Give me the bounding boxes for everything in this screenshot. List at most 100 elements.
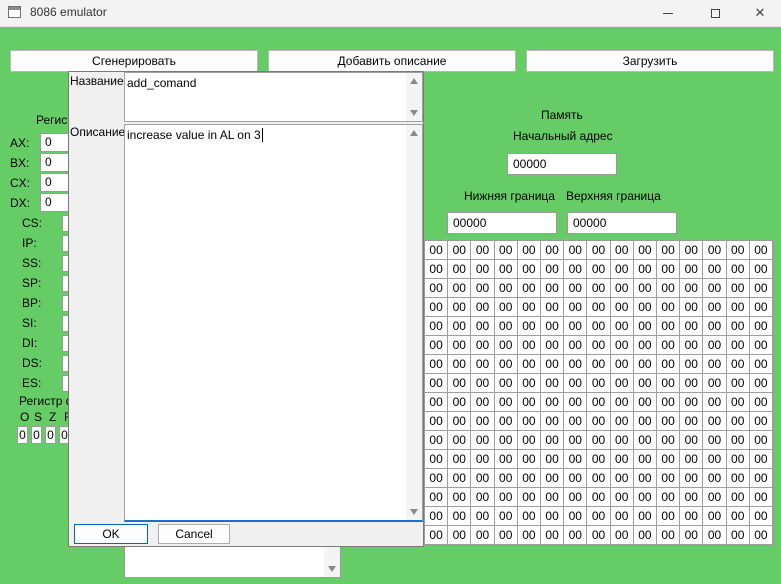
memory-cell[interactable]: 00 — [657, 260, 681, 279]
memory-cell[interactable]: 00 — [633, 526, 657, 545]
memory-cell[interactable]: 00 — [749, 412, 773, 431]
add-description-button[interactable]: Добавить описание — [268, 50, 516, 72]
memory-cell[interactable]: 00 — [517, 355, 541, 374]
memory-cell[interactable]: 00 — [564, 336, 588, 355]
memory-cell[interactable]: 00 — [564, 507, 588, 526]
memory-cell[interactable]: 00 — [749, 469, 773, 488]
memory-cell[interactable]: 00 — [587, 507, 611, 526]
memory-cell[interactable]: 00 — [425, 469, 449, 488]
memory-cell[interactable]: 00 — [448, 241, 472, 260]
memory-cell[interactable]: 00 — [425, 279, 449, 298]
memory-cell[interactable]: 00 — [726, 241, 750, 260]
minimize-button[interactable] — [645, 0, 691, 26]
memory-cell[interactable]: 00 — [610, 431, 634, 450]
memory-cell[interactable]: 00 — [633, 317, 657, 336]
memory-cell[interactable]: 00 — [425, 393, 449, 412]
memory-cell[interactable]: 00 — [471, 241, 495, 260]
memory-cell[interactable]: 00 — [587, 260, 611, 279]
description-text-area[interactable]: increase value in AL on 3 — [124, 124, 423, 522]
memory-cell[interactable]: 00 — [680, 298, 704, 317]
memory-cell[interactable]: 00 — [471, 412, 495, 431]
memory-cell[interactable]: 00 — [494, 241, 518, 260]
memory-cell[interactable]: 00 — [610, 279, 634, 298]
memory-cell[interactable]: 00 — [448, 279, 472, 298]
memory-cell[interactable]: 00 — [564, 526, 588, 545]
memory-cell[interactable]: 00 — [448, 393, 472, 412]
memory-cell[interactable]: 00 — [610, 488, 634, 507]
memory-cell[interactable]: 00 — [726, 336, 750, 355]
memory-cell[interactable]: 00 — [610, 526, 634, 545]
memory-cell[interactable]: 00 — [633, 355, 657, 374]
memory-cell[interactable]: 00 — [587, 355, 611, 374]
memory-cell[interactable]: 00 — [587, 374, 611, 393]
memory-cell[interactable]: 00 — [564, 450, 588, 469]
memory-cell[interactable]: 00 — [726, 393, 750, 412]
close-button[interactable]: ✕ — [737, 0, 781, 26]
memory-cell[interactable]: 00 — [703, 260, 727, 279]
memory-cell[interactable]: 00 — [657, 241, 681, 260]
memory-cell[interactable]: 00 — [425, 507, 449, 526]
memory-cell[interactable]: 00 — [564, 260, 588, 279]
memory-cell[interactable]: 00 — [726, 317, 750, 336]
memory-cell[interactable]: 00 — [680, 260, 704, 279]
memory-cell[interactable]: 00 — [587, 317, 611, 336]
memory-cell[interactable]: 00 — [703, 526, 727, 545]
memory-cell[interactable]: 00 — [517, 279, 541, 298]
memory-cell[interactable]: 00 — [633, 298, 657, 317]
memory-cell[interactable]: 00 — [749, 260, 773, 279]
memory-cell[interactable]: 00 — [448, 488, 472, 507]
underlying-text-area[interactable] — [124, 545, 341, 578]
memory-cell[interactable]: 00 — [726, 469, 750, 488]
memory-cell[interactable]: 00 — [726, 279, 750, 298]
memory-cell[interactable]: 00 — [541, 412, 565, 431]
underlying-scrollbar[interactable] — [324, 546, 340, 577]
memory-cell[interactable]: 00 — [471, 393, 495, 412]
memory-cell[interactable]: 00 — [425, 260, 449, 279]
memory-cell[interactable]: 00 — [494, 355, 518, 374]
memory-cell[interactable]: 00 — [703, 355, 727, 374]
memory-cell[interactable]: 00 — [564, 241, 588, 260]
memory-cell[interactable]: 00 — [633, 450, 657, 469]
memory-cell[interactable]: 00 — [610, 412, 634, 431]
memory-cell[interactable]: 00 — [541, 393, 565, 412]
flag-z-field[interactable]: 0 — [45, 426, 56, 444]
memory-cell[interactable]: 00 — [633, 336, 657, 355]
memory-cell[interactable]: 00 — [610, 469, 634, 488]
memory-cell[interactable]: 00 — [703, 298, 727, 317]
memory-cell[interactable]: 00 — [425, 298, 449, 317]
memory-cell[interactable]: 00 — [471, 488, 495, 507]
memory-cell[interactable]: 00 — [471, 355, 495, 374]
memory-cell[interactable]: 00 — [610, 260, 634, 279]
memory-cell[interactable]: 00 — [564, 412, 588, 431]
register-cx-field[interactable]: 0 — [40, 173, 70, 192]
memory-cell[interactable]: 00 — [448, 412, 472, 431]
memory-cell[interactable]: 00 — [494, 450, 518, 469]
memory-cell[interactable]: 00 — [726, 298, 750, 317]
memory-cell[interactable]: 00 — [587, 279, 611, 298]
memory-cell[interactable]: 00 — [471, 526, 495, 545]
upper-bound-input[interactable]: 00000 — [567, 212, 677, 234]
register-dx-field[interactable]: 0 — [40, 193, 70, 212]
memory-cell[interactable]: 00 — [749, 526, 773, 545]
memory-cell[interactable]: 00 — [517, 412, 541, 431]
memory-cell[interactable]: 00 — [749, 507, 773, 526]
memory-cell[interactable]: 00 — [564, 374, 588, 393]
memory-cell[interactable]: 00 — [541, 279, 565, 298]
memory-cell[interactable]: 00 — [680, 488, 704, 507]
memory-cell[interactable]: 00 — [541, 431, 565, 450]
memory-cell[interactable]: 00 — [517, 298, 541, 317]
memory-cell[interactable]: 00 — [494, 374, 518, 393]
memory-cell[interactable]: 00 — [587, 393, 611, 412]
memory-cell[interactable]: 00 — [471, 469, 495, 488]
memory-cell[interactable]: 00 — [610, 241, 634, 260]
memory-cell[interactable]: 00 — [657, 431, 681, 450]
memory-cell[interactable]: 00 — [471, 317, 495, 336]
memory-cell[interactable]: 00 — [564, 298, 588, 317]
memory-cell[interactable]: 00 — [494, 279, 518, 298]
memory-cell[interactable]: 00 — [657, 450, 681, 469]
memory-cell[interactable]: 00 — [703, 469, 727, 488]
memory-cell[interactable]: 00 — [448, 336, 472, 355]
memory-cell[interactable]: 00 — [587, 431, 611, 450]
memory-cell[interactable]: 00 — [541, 507, 565, 526]
memory-cell[interactable]: 00 — [494, 298, 518, 317]
